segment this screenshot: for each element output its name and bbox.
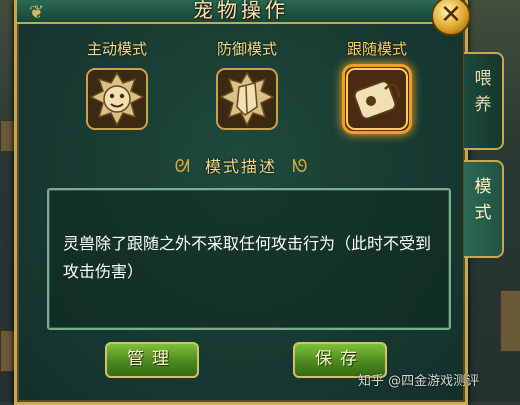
close-icon: ✕	[440, 0, 462, 30]
background-plank	[500, 290, 520, 352]
mode-label: 跟随模式	[346, 40, 407, 58]
description-header: ᘛ 模式描述 ᘚ	[17, 153, 465, 177]
active-lion-icon[interactable]	[85, 67, 149, 131]
mode-follow[interactable]: 跟随模式	[322, 38, 432, 131]
tab-feed-label-1: 喂	[474, 69, 492, 89]
mode-label: 防御模式	[216, 40, 277, 58]
window-title: 宠物操作	[193, 0, 289, 22]
swirl-ornament-icon: ᘛ	[174, 156, 190, 177]
manage-button[interactable]: 管理	[105, 342, 199, 378]
mode-defense[interactable]: 防御模式	[192, 38, 302, 131]
description-box: 灵兽除了跟随之外不采取任何攻击行为（此时不受到攻击伤害）	[47, 188, 451, 330]
swirl-ornament-icon: ᘚ	[292, 156, 308, 177]
tab-feed-label-2: 养	[474, 95, 492, 115]
mode-active[interactable]: 主动模式	[62, 38, 172, 131]
mode-label: 主动模式	[86, 40, 147, 58]
pet-operation-panel: ❦ 宠物操作 主动模式 防御模式 跟随模式 ᘛ 模式描述 ᘚ 灵兽除了跟随之外不…	[14, 0, 468, 405]
tab-mode[interactable]: 模 式	[464, 160, 504, 258]
tab-mode-label-2: 式	[474, 203, 492, 223]
follow-bell-icon[interactable]	[345, 67, 409, 131]
tab-mode-label-1: 模	[474, 177, 492, 197]
defense-shield-icon[interactable]	[215, 67, 279, 131]
description-title: 模式描述	[204, 157, 277, 176]
watermark: 知乎 @四金游戏测评	[358, 374, 480, 389]
tab-feed[interactable]: 喂 养	[464, 52, 504, 150]
description-text: 灵兽除了跟随之外不采取任何攻击行为（此时不受到攻击伤害）	[63, 234, 432, 281]
title-bar: ❦ 宠物操作	[17, 0, 465, 24]
